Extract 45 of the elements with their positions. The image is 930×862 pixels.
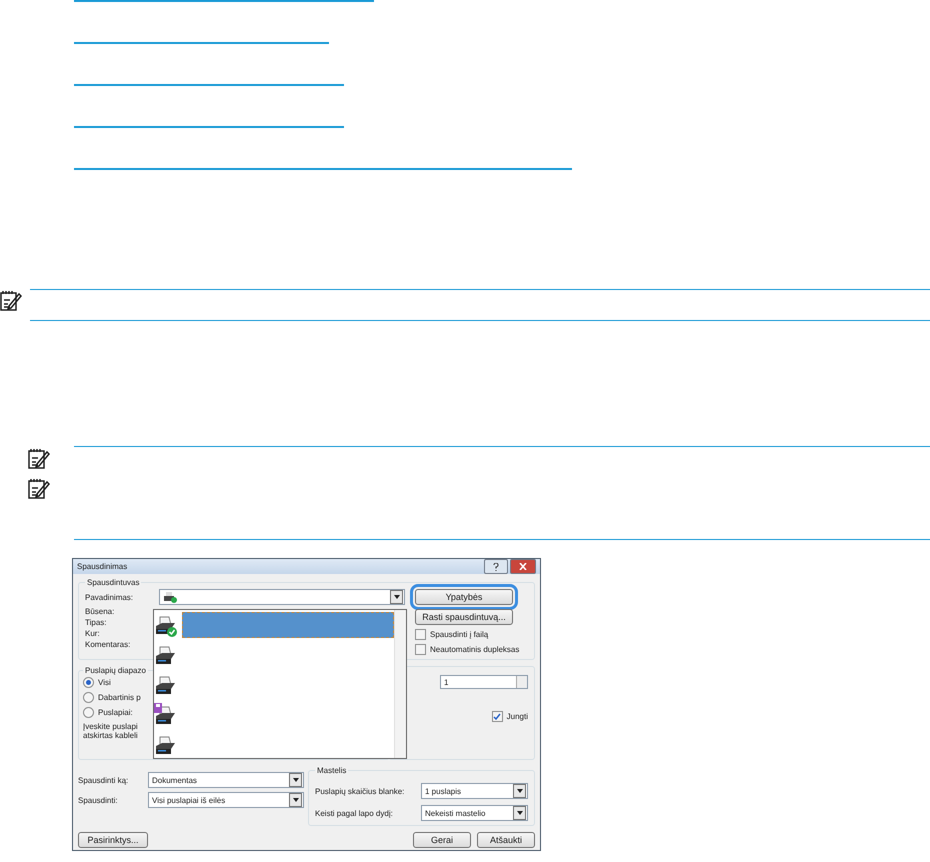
radio-button[interactable] (83, 677, 94, 688)
group-title: Puslapių diapazo (84, 666, 147, 675)
dialog-button[interactable]: Rasti spausdintuvą... (415, 609, 513, 625)
group-title: Mastelis (316, 766, 348, 775)
checkbox[interactable] (492, 711, 503, 722)
copies-field[interactable]: 1 (440, 675, 528, 689)
field-label: Spausdinti: (78, 796, 119, 804)
checkbox-label: Neautomatinis dupleksas (430, 645, 520, 654)
field-label: Keisti pagal lapo dydį: (315, 808, 394, 818)
help-icon[interactable] (484, 559, 508, 574)
group-title: Spausdintuvas (86, 578, 140, 587)
note-icon (28, 447, 50, 469)
radio-label: Visi (98, 678, 111, 687)
field-label: Puslapių skaičius blanke: (315, 786, 406, 796)
dropdown-field[interactable]: Visi puslapiai iš eilės (148, 792, 304, 808)
checkbox[interactable] (415, 644, 426, 655)
radio-label: Puslapiai: (98, 708, 133, 717)
hint-text: atskirtas kableli (83, 731, 139, 740)
radio-button[interactable] (83, 707, 94, 718)
scrollbar[interactable] (394, 610, 406, 758)
note-icon (28, 477, 50, 499)
options-button[interactable]: Pasirinktys... (78, 832, 148, 848)
printer-list-item[interactable] (154, 612, 394, 638)
field-label: Spausdinti ką: (78, 776, 130, 784)
checkbox[interactable] (415, 629, 426, 640)
checkbox-label: Jungti (506, 712, 528, 721)
close-icon[interactable] (510, 559, 536, 574)
dropdown-field[interactable]: Dokumentas (148, 772, 304, 788)
field-label: Pavadinimas: (85, 592, 134, 604)
printer-dropdown[interactable] (159, 589, 405, 605)
dropdown-field[interactable]: Nekeisti mastelio (421, 805, 528, 821)
dialog-button[interactable]: Gerai (413, 832, 471, 848)
dialog-button[interactable]: Atšaukti (477, 832, 535, 848)
field-label: Būsena: (85, 607, 116, 616)
field-label: Komentaras: (85, 640, 132, 649)
radio-button[interactable] (83, 692, 94, 703)
checkbox-label: Spausdinti į failą (430, 630, 488, 639)
printer-icon (163, 591, 177, 603)
window-title: Spausdinimas (77, 562, 128, 571)
field-label: Kur: (85, 629, 101, 638)
hint-text: Įveskite puslapi (83, 722, 139, 731)
note-icon (0, 289, 22, 311)
radio-label: Dabartinis p (98, 693, 141, 702)
dropdown-field[interactable]: 1 puslapis (421, 783, 528, 799)
field-label: Tipas: (85, 618, 108, 627)
